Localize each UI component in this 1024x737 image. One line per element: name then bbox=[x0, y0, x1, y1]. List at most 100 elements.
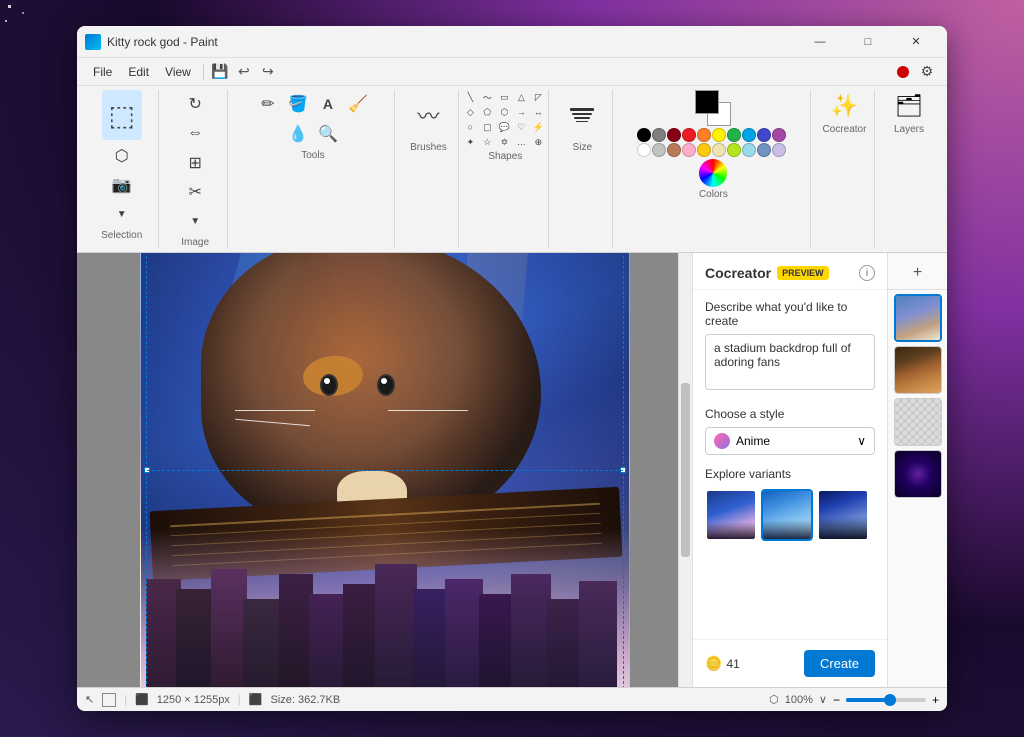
layers-ribbon-btn[interactable]: 🗂 bbox=[893, 90, 925, 122]
color-lightgray[interactable] bbox=[652, 143, 666, 157]
fill-btn[interactable]: 🪣 bbox=[284, 90, 312, 118]
shape-more[interactable]: … bbox=[514, 135, 528, 149]
ribbon-group-tools: ✏ 🪣 A 🧹 💧 🔍 Tools bbox=[232, 90, 395, 248]
cocreator-btn[interactable]: ✨ bbox=[829, 90, 861, 122]
shape-rtriangle[interactable]: ◸ bbox=[531, 90, 545, 104]
shape-hexagon[interactable]: ⬡ bbox=[497, 105, 511, 119]
layers-list bbox=[888, 290, 947, 502]
shape-star4[interactable]: ✦ bbox=[463, 135, 477, 149]
eraser-btn[interactable]: 🧹 bbox=[344, 90, 372, 118]
shape-line[interactable]: ╲ bbox=[463, 90, 477, 104]
crowd-fig-8 bbox=[375, 564, 417, 687]
color-darkred[interactable] bbox=[667, 128, 681, 142]
maximize-button[interactable]: □ bbox=[845, 26, 891, 58]
create-button[interactable]: Create bbox=[804, 650, 875, 677]
shape-lightning[interactable]: ⚡ bbox=[531, 120, 545, 134]
flip-btn[interactable]: ⇔ bbox=[181, 119, 209, 147]
save-icon-btn[interactable]: 💾 bbox=[208, 60, 232, 84]
menu-file[interactable]: File bbox=[85, 62, 120, 82]
layer-1-thumb bbox=[896, 296, 940, 340]
style-dropdown[interactable]: Anime ∨ bbox=[705, 427, 875, 455]
redo-btn[interactable]: ↪ bbox=[256, 60, 280, 84]
color-blue[interactable] bbox=[742, 128, 756, 142]
shape-rect[interactable]: ▭ bbox=[497, 90, 511, 104]
canvas-vscroll-thumb[interactable] bbox=[681, 383, 690, 557]
settings-btn[interactable]: ⚙ bbox=[915, 60, 939, 84]
zoom-plus-btn[interactable]: + bbox=[932, 693, 939, 707]
color-steelblue[interactable] bbox=[757, 143, 771, 157]
color-gold[interactable] bbox=[697, 143, 711, 157]
menu-edit[interactable]: Edit bbox=[120, 62, 157, 82]
variant-3[interactable] bbox=[817, 489, 869, 541]
shape-rounded[interactable]: ▢ bbox=[480, 120, 494, 134]
image-select-btn[interactable]: 📷 bbox=[108, 171, 136, 199]
color-skyblue[interactable] bbox=[742, 143, 756, 157]
shape-heart[interactable]: ♡ bbox=[514, 120, 528, 134]
color-purple[interactable] bbox=[772, 128, 786, 142]
menu-view[interactable]: View bbox=[157, 62, 199, 82]
zoom-btn[interactable]: 🔍 bbox=[314, 120, 342, 148]
text-btn[interactable]: A bbox=[314, 90, 342, 118]
color-orange[interactable] bbox=[697, 128, 711, 142]
shape-pentagon[interactable]: ⬠ bbox=[480, 105, 494, 119]
layers-header: + bbox=[888, 253, 947, 290]
select-rectangle-btn[interactable]: ⬚ bbox=[102, 90, 142, 140]
ribbon-group-size: Size bbox=[553, 90, 613, 248]
canvas-vscroll[interactable] bbox=[678, 253, 692, 687]
shape-circle[interactable]: ○ bbox=[463, 120, 477, 134]
colorpicker-btn[interactable]: 💧 bbox=[284, 120, 312, 148]
variant-2[interactable] bbox=[761, 489, 813, 541]
color-lavender[interactable] bbox=[772, 143, 786, 157]
shape-triangle[interactable]: △ bbox=[514, 90, 528, 104]
foreground-color[interactable] bbox=[695, 90, 719, 114]
color-tan[interactable] bbox=[712, 143, 726, 157]
shape-arrowdbl[interactable]: ↔ bbox=[531, 105, 545, 119]
zoom-slider[interactable] bbox=[846, 698, 926, 702]
color-yellow[interactable] bbox=[712, 128, 726, 142]
shape-arrow[interactable]: → bbox=[514, 105, 528, 119]
rotate-btn[interactable]: ↻ bbox=[181, 90, 209, 118]
size-selector-btn[interactable] bbox=[557, 90, 607, 140]
undo-btn[interactable]: ↩ bbox=[232, 60, 256, 84]
layer-2[interactable] bbox=[894, 346, 942, 394]
select-freeform-btn[interactable]: ⬡ bbox=[108, 142, 136, 170]
shape-callout[interactable]: 💬 bbox=[497, 120, 511, 134]
fg-bg-color-selector[interactable] bbox=[695, 90, 731, 126]
color-white[interactable] bbox=[637, 143, 651, 157]
color-red[interactable] bbox=[682, 128, 696, 142]
shape-diamond[interactable]: ◇ bbox=[463, 105, 477, 119]
color-lime[interactable] bbox=[727, 143, 741, 157]
color-green[interactable] bbox=[727, 128, 741, 142]
image-options-btn[interactable]: ▼ bbox=[181, 207, 209, 235]
crop-btn[interactable]: ✂ bbox=[181, 178, 209, 206]
layer-4[interactable] bbox=[894, 450, 942, 498]
shape-extra[interactable]: ⊕ bbox=[531, 135, 545, 149]
zoom-dropdown-icon: ∨ bbox=[819, 693, 827, 706]
color-gray[interactable] bbox=[652, 128, 666, 142]
brush-btn[interactable]: 〰 bbox=[408, 90, 448, 140]
add-layer-btn[interactable]: + bbox=[906, 261, 930, 285]
zoom-thumb[interactable] bbox=[884, 694, 896, 706]
close-button[interactable]: ✕ bbox=[893, 26, 939, 58]
color-brown[interactable] bbox=[667, 143, 681, 157]
color-pink[interactable] bbox=[682, 143, 696, 157]
canvas-image[interactable] bbox=[140, 253, 630, 687]
color-black[interactable] bbox=[637, 128, 651, 142]
whisker-2 bbox=[235, 419, 310, 427]
resize-btn[interactable]: ⊞ bbox=[181, 149, 209, 177]
minimize-button[interactable]: — bbox=[797, 26, 843, 58]
color-wheel[interactable] bbox=[699, 159, 727, 187]
prompt-input[interactable] bbox=[705, 334, 875, 390]
layer-3[interactable] bbox=[894, 398, 942, 446]
layer-1[interactable] bbox=[894, 294, 942, 342]
selection-options-btn[interactable]: ▼ bbox=[108, 200, 136, 228]
zoom-minus-btn[interactable]: − bbox=[833, 693, 840, 707]
shape-star5[interactable]: ☆ bbox=[480, 135, 494, 149]
variant-1[interactable] bbox=[705, 489, 757, 541]
color-indigo[interactable] bbox=[757, 128, 771, 142]
pencil-btn[interactable]: ✏ bbox=[254, 90, 282, 118]
shape-star6[interactable]: ✡ bbox=[497, 135, 511, 149]
canvas-area[interactable] bbox=[77, 253, 692, 687]
info-icon-btn[interactable]: i bbox=[859, 265, 875, 281]
shape-curve[interactable]: 〜 bbox=[480, 90, 494, 104]
